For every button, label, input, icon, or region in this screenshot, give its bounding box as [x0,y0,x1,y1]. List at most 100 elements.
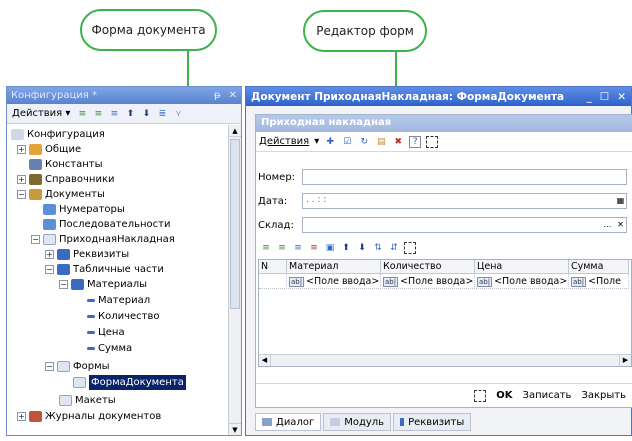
delete-row-icon[interactable]: ≡ [308,242,320,254]
arrow-up-icon[interactable]: ⬆ [124,108,136,120]
filter-icon[interactable]: ⋎ [172,108,184,120]
collapse-icon[interactable]: − [31,235,40,244]
column-header[interactable]: Цена [475,260,569,274]
tree-item-forms[interactable]: − Формы [45,359,110,374]
move-down-icon[interactable]: ⬇ [356,242,368,254]
ok-button[interactable]: OK [496,390,512,401]
callout-document-form-label: Форма документа [91,23,206,37]
selection-icon[interactable] [474,389,487,402]
actions-menu[interactable]: Действия ▾ [10,108,72,119]
sort-icon[interactable]: ≣ [156,108,168,120]
tree-item-material[interactable]: Материал [87,293,150,308]
input-field-icon: ab| [289,276,305,287]
sort-asc-icon[interactable]: ⇅ [372,242,384,254]
scroll-right-icon[interactable]: ▶ [619,355,631,366]
selection-icon[interactable] [404,242,416,254]
help-icon[interactable]: ? [409,135,422,148]
sort-desc-icon[interactable]: ⇵ [388,242,400,254]
configuration-tree: Конфигурация + Общие Константы + Справочни… [9,127,227,435]
clear-icon[interactable]: ✕ [615,218,626,232]
tree-item-materials[interactable]: − Материалы [59,277,147,292]
end-edit-icon[interactable]: ▣ [324,242,336,254]
close-icon[interactable]: ✕ [229,90,237,101]
tab-attributes[interactable]: Реквизиты [393,413,472,431]
materials-table[interactable]: N Материал Количество Цена Сумма ab| <Пол… [258,259,632,367]
tree-item-label: Справочники [45,174,115,185]
configuration-icon [11,129,24,140]
tree-item-attributes[interactable]: + Реквизиты [45,247,129,262]
collapse-icon[interactable]: − [59,280,68,289]
check-icon[interactable]: ☑ [341,136,353,148]
expand-icon[interactable]: + [17,412,26,421]
delete-icon[interactable]: ✖ [392,136,404,148]
tree-item-journals[interactable]: + Журналы документов [17,409,161,424]
numerators-icon [43,204,56,215]
arrow-down-icon[interactable]: ⬇ [140,108,152,120]
edit-icon[interactable]: ≡ [108,108,120,120]
add-child-icon[interactable]: ≡ [92,108,104,120]
select-button[interactable]: ... [602,218,613,232]
write-button[interactable]: Записать [523,390,572,401]
move-up-icon[interactable]: ⬆ [340,242,352,254]
calendar-icon[interactable]: ▦ [615,194,626,208]
tree-item-quantity[interactable]: Количество [87,309,160,324]
tree-item-label: Последовательности [59,219,171,230]
tree-item-catalogs[interactable]: + Справочники [17,172,115,187]
tree-item-constants[interactable]: Константы [29,157,102,172]
selection-icon[interactable] [426,135,439,148]
add-row-icon[interactable]: ≡ [260,242,272,254]
tree-item-documents[interactable]: − Документы [17,187,105,202]
attribute-icon [87,331,95,334]
collapse-icon[interactable]: − [45,362,54,371]
scroll-thumb[interactable] [230,139,240,309]
number-input[interactable] [302,169,627,185]
collapse-icon[interactable]: − [45,265,54,274]
scroll-up-icon[interactable]: ▲ [229,125,241,137]
tree-item-incoming-invoice[interactable]: − ПриходнаяНакладная [31,232,175,247]
tree-item-numerators[interactable]: Нумераторы [43,202,125,217]
column-header[interactable]: N [259,260,287,274]
tree-item-sequences[interactable]: Последовательности [43,217,170,232]
configuration-scrollbar[interactable]: ▲ ▼ [228,125,241,435]
tab-dialog[interactable]: Диалог [255,413,322,431]
table-row[interactable]: ab| <Поле ввода> ab| <Поле ввода> ab| <Поле… [259,274,629,289]
refresh-icon[interactable]: ↻ [358,136,370,148]
tree-item-document-form[interactable]: ФормаДокумента [73,375,186,390]
add-icon[interactable]: ≡ [76,108,88,120]
tab-module[interactable]: Модуль [323,413,392,431]
input-field-icon: ab| [383,276,399,287]
tree-item-sum[interactable]: Сумма [87,341,132,356]
expand-icon[interactable]: + [17,175,26,184]
move-icon[interactable]: ✚ [324,136,336,148]
number-row: Номер: [258,169,297,185]
new-document-icon[interactable]: ▤ [375,136,387,148]
warehouse-input[interactable] [302,217,627,233]
tree-item-common[interactable]: + Общие [17,142,81,157]
column-header[interactable]: Сумма [569,260,629,274]
form-actions-menu[interactable]: Действия [259,136,309,147]
date-label: Дата: [258,195,288,207]
edit-row-icon[interactable]: ≡ [292,242,304,254]
table-horizontal-scrollbar[interactable]: ◀ ▶ [259,354,631,366]
scroll-left-icon[interactable]: ◀ [259,355,271,366]
expand-icon[interactable]: + [17,145,26,154]
tree-item-layouts[interactable]: Макеты [59,393,116,408]
maximize-icon[interactable]: ☐ [600,91,609,103]
tree-item-price[interactable]: Цена [87,325,125,340]
scroll-down-icon[interactable]: ▼ [229,423,241,435]
window-close-icon[interactable]: ✕ [617,91,626,103]
column-header[interactable]: Материал [287,260,381,274]
copy-row-icon[interactable]: ≡ [276,242,288,254]
chevron-down-icon[interactable]: ▾ [314,136,319,147]
tree-item-label: Материал [98,295,151,306]
tree-item-tabular-parts[interactable]: − Табличные части [45,262,164,277]
close-button[interactable]: Закрыть [581,390,626,401]
minimize-icon[interactable]: _ [587,91,592,103]
column-header[interactable]: Количество [381,260,475,274]
date-input[interactable]: . . : : [302,193,627,209]
pin-icon[interactable]: ᵽ [214,90,221,101]
module-icon [330,418,341,426]
tree-item-configuration[interactable]: Конфигурация [11,127,105,142]
collapse-icon[interactable]: − [17,190,26,199]
expand-icon[interactable]: + [45,250,54,259]
